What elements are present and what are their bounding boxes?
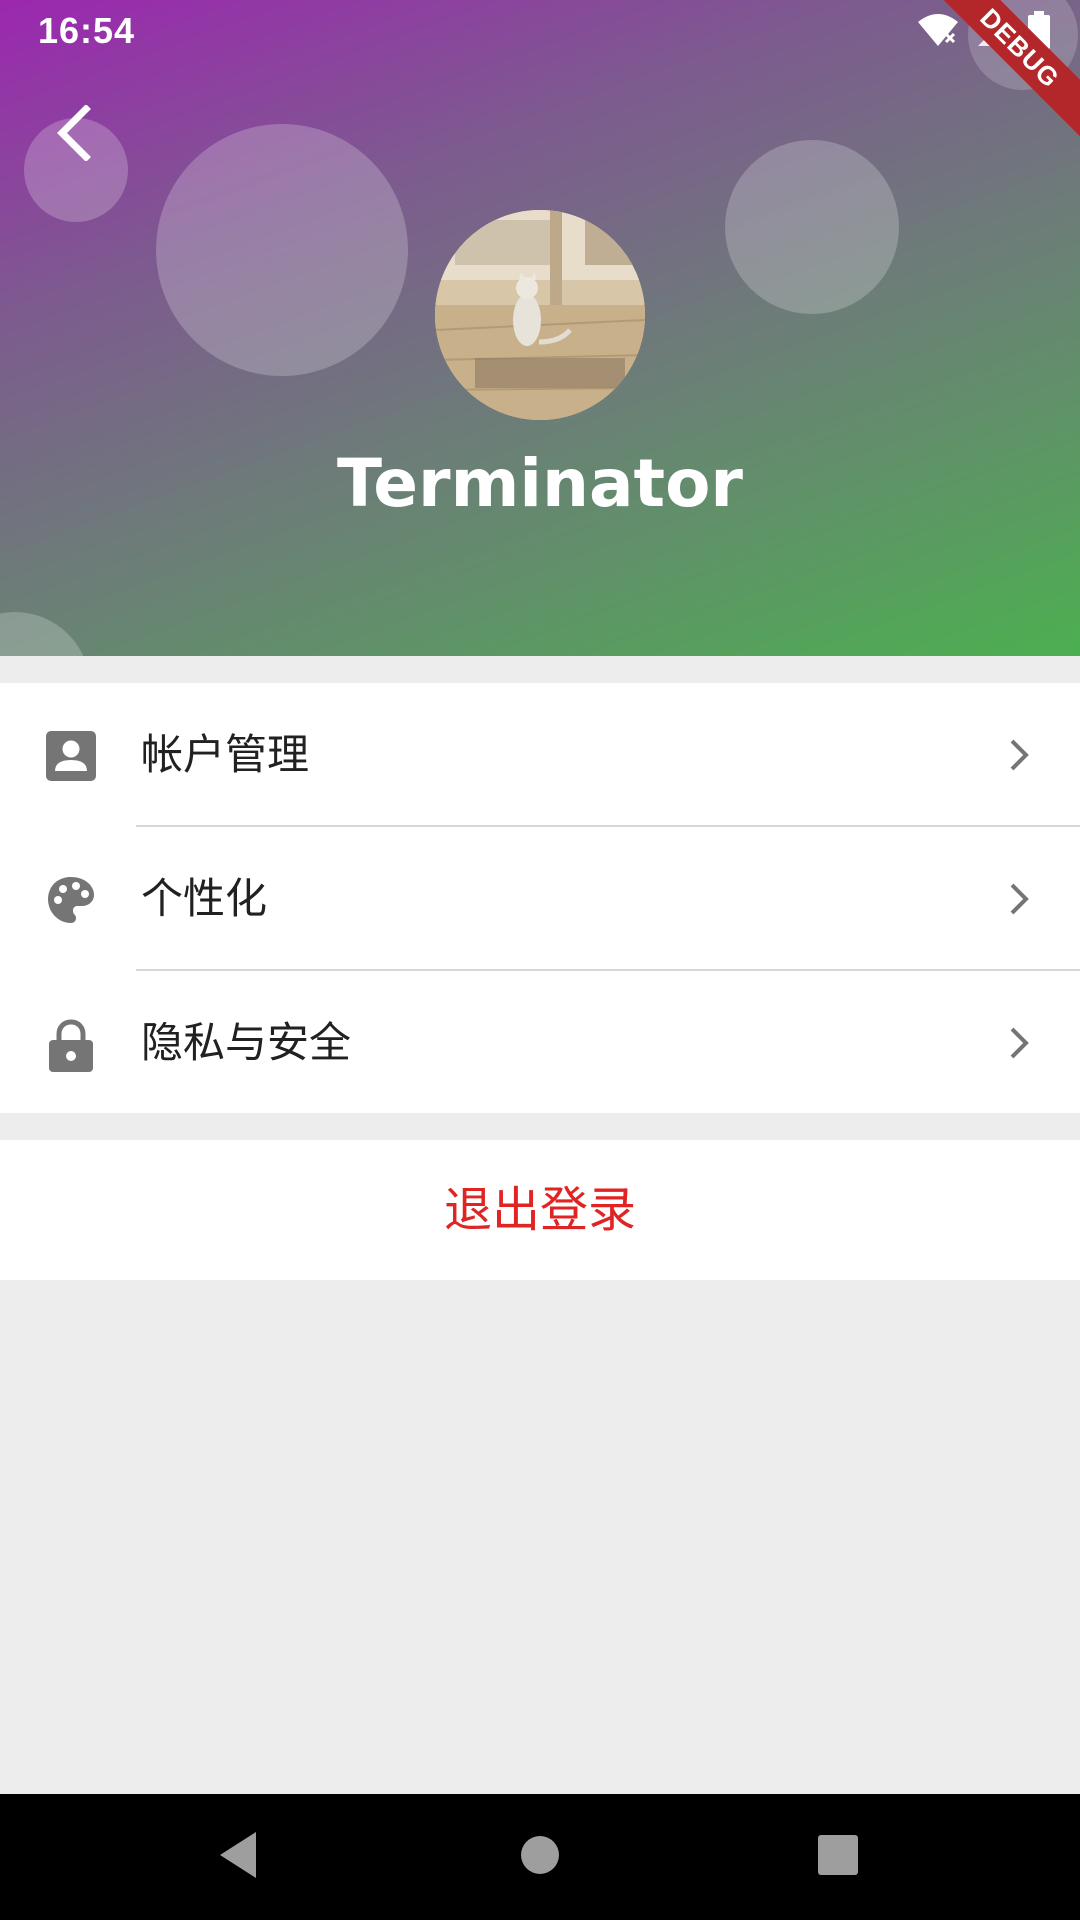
lock-icon xyxy=(46,1019,96,1072)
profile-header: 16:54 DEBUG Terminator xyxy=(0,0,1080,656)
settings-item-label: 个性化 xyxy=(141,874,268,923)
status-time: 16:54 xyxy=(38,10,136,51)
settings-list: 帐户管理 个性化 隐私与安全 xyxy=(0,683,1080,1113)
logout-button[interactable]: 退出登录 xyxy=(0,1140,1080,1280)
settings-item-label: 帐户管理 xyxy=(141,730,310,779)
back-button[interactable] xyxy=(34,95,114,175)
avatar[interactable] xyxy=(435,210,645,420)
settings-item-account[interactable]: 帐户管理 xyxy=(0,683,1080,827)
home-circle-icon xyxy=(519,1834,561,1880)
decorative-bubble xyxy=(156,124,408,376)
nav-home-button[interactable] xyxy=(505,1822,575,1892)
settings-item-label: 隐私与安全 xyxy=(141,1018,352,1067)
chevron-left-icon xyxy=(52,104,96,165)
settings-item-privacy[interactable]: 隐私与安全 xyxy=(0,971,1080,1115)
nav-recents-button[interactable] xyxy=(803,1822,873,1892)
navigation-bar xyxy=(0,1794,1080,1920)
chevron-right-icon xyxy=(1000,879,1040,919)
logout-label: 退出登录 xyxy=(443,1182,636,1238)
decorative-bubble xyxy=(725,140,899,314)
palette-icon xyxy=(46,875,96,925)
back-triangle-icon xyxy=(216,1830,262,1884)
chevron-right-icon xyxy=(1000,735,1040,775)
wifi-icon xyxy=(916,12,960,52)
profile-settings-screen: 16:54 DEBUG Terminator 帐户管理 个性化 隐私与安全 退出… xyxy=(0,0,1080,1920)
cat-avatar-image xyxy=(435,210,645,420)
chevron-right-icon xyxy=(1000,1023,1040,1063)
settings-item-personalization[interactable]: 个性化 xyxy=(0,827,1080,971)
username: Terminator xyxy=(337,445,743,522)
account-box-icon xyxy=(46,731,96,781)
decorative-bubble xyxy=(0,612,90,656)
recents-square-icon xyxy=(817,1834,859,1880)
status-bar: 16:54 xyxy=(0,0,1080,66)
nav-back-button[interactable] xyxy=(204,1822,274,1892)
